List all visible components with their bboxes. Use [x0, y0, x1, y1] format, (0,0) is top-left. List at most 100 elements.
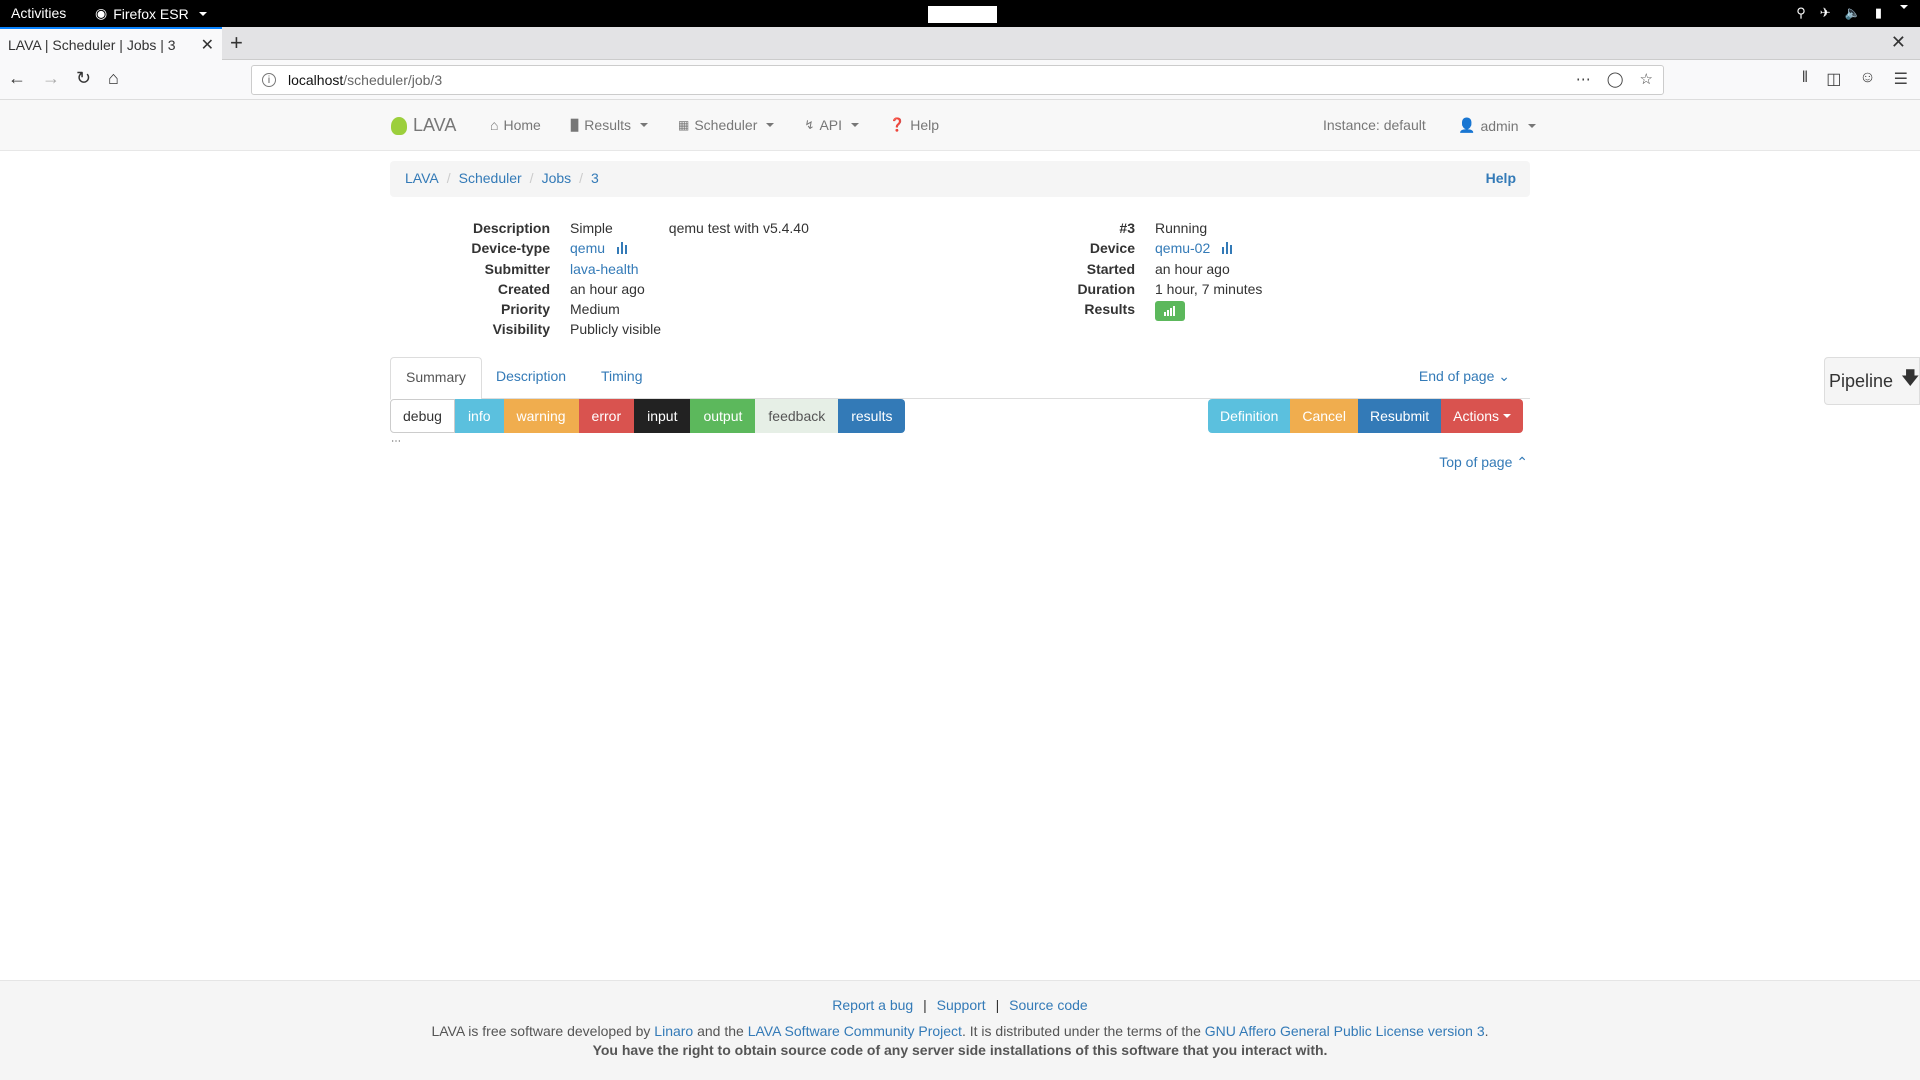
job-status: Running: [1155, 220, 1208, 236]
question-icon: ❓: [889, 117, 906, 132]
breadcrumb: LAVA / Scheduler / Jobs / 3 Help: [390, 161, 1530, 197]
home-button[interactable]: ⌂: [108, 68, 119, 89]
end-of-page-link[interactable]: End of page ⌄: [1419, 368, 1510, 385]
results-button[interactable]: [1155, 300, 1185, 321]
back-button[interactable]: ←: [8, 68, 26, 89]
detail-value: an hour ago: [1155, 261, 1230, 278]
log-level-filters: debug info warning error input output fe…: [390, 399, 906, 433]
menu-icon[interactable]: ☰: [1894, 69, 1908, 89]
nav-api[interactable]: ↯ API: [804, 117, 860, 133]
breadcrumb-lava[interactable]: LAVA: [405, 170, 439, 188]
pocket-icon[interactable]: ◯: [1607, 70, 1624, 88]
submitter-link[interactable]: lava-health: [570, 261, 639, 277]
detail-row-started: Started an hour ago: [975, 259, 1262, 279]
clock[interactable]: [928, 6, 997, 23]
chevron-down-icon: [1503, 414, 1512, 418]
bar-chart-icon[interactable]: [616, 239, 629, 259]
tab-timing[interactable]: Timing: [586, 357, 658, 399]
detail-label: Started: [1086, 261, 1135, 278]
account-icon[interactable]: ☺: [1859, 69, 1875, 89]
window-close-button[interactable]: ✕: [1891, 32, 1906, 53]
library-icon[interactable]: ‖: [1802, 69, 1809, 89]
activities-button[interactable]: Activities: [11, 5, 66, 21]
nav-home[interactable]: ⌂ Home: [490, 117, 541, 133]
nav-scheduler-label: Scheduler: [694, 117, 758, 133]
device-link[interactable]: qemu-02: [1155, 240, 1210, 256]
level-output-button[interactable]: output: [690, 399, 756, 433]
breadcrumb-separator: /: [446, 170, 451, 186]
bolt-icon: ↯: [804, 118, 815, 132]
info-icon[interactable]: i: [262, 73, 276, 87]
top-of-page-link[interactable]: Top of page ⌃: [1439, 454, 1528, 471]
device-type-link[interactable]: qemu: [570, 240, 605, 256]
chevron-down-icon: [766, 123, 775, 127]
close-icon[interactable]: ✕: [201, 35, 214, 55]
brand-label: LAVA: [413, 115, 457, 135]
community-link[interactable]: LAVA Software Community Project: [748, 1023, 962, 1039]
detail-row-device: Device qemu-02: [975, 238, 1262, 259]
license-and: and the: [697, 1023, 744, 1039]
nav-home-label: Home: [503, 117, 541, 133]
detail-row-job-id: #3 Running: [975, 218, 1262, 238]
level-input-button[interactable]: input: [634, 399, 691, 433]
breadcrumb-job-id[interactable]: 3: [591, 170, 599, 188]
level-warning-button[interactable]: warning: [503, 399, 579, 433]
nav-results[interactable]: ▉ Results: [571, 117, 648, 133]
linaro-link[interactable]: Linaro: [654, 1023, 693, 1039]
actions-dropdown[interactable]: Actions: [1441, 399, 1524, 433]
lava-logo-icon: [391, 116, 407, 135]
license-period: .: [1484, 1023, 1489, 1039]
reload-button[interactable]: ↻: [76, 68, 91, 89]
new-tab-button[interactable]: +: [230, 30, 243, 56]
page-actions-icon[interactable]: ⋯: [1576, 70, 1591, 88]
definition-button[interactable]: Definition: [1208, 399, 1291, 433]
instance-label: Instance: default: [1323, 117, 1426, 133]
report-bug-link[interactable]: Report a bug: [832, 997, 913, 1013]
calendar-icon: ▦: [677, 118, 690, 132]
breadcrumb-help-link[interactable]: Help: [1486, 170, 1516, 186]
nav-help[interactable]: ❓ Help: [889, 117, 939, 133]
pipeline-button[interactable]: Pipeline 🡇: [1824, 357, 1920, 405]
resubmit-button[interactable]: Resubmit: [1357, 399, 1442, 433]
lava-navbar: LAVA ⌂ Home ▉ Results ▦ Scheduler ↯ API …: [0, 100, 1920, 151]
detail-label: Device-type: [471, 240, 550, 256]
level-results-button[interactable]: results: [838, 399, 906, 433]
tab-summary[interactable]: Summary: [390, 357, 482, 400]
system-tray[interactable]: ⚲ ✈ 🔈 ▮: [1796, 5, 1908, 21]
chevron-down-icon: [1900, 5, 1908, 9]
source-code-link[interactable]: Source code: [1009, 997, 1088, 1013]
level-error-button[interactable]: error: [578, 399, 635, 433]
chevron-up-icon: ⌃: [1516, 454, 1528, 470]
nav-scheduler[interactable]: ▦ Scheduler: [677, 117, 775, 133]
bar-chart-icon[interactable]: [1222, 239, 1234, 259]
level-feedback-button[interactable]: feedback: [755, 399, 839, 433]
browser-tab[interactable]: LAVA | Scheduler | Jobs | 3 ✕: [0, 27, 222, 60]
detail-row-submitter: Submitter lava-health: [390, 259, 809, 279]
bookmark-star-icon[interactable]: ☆: [1640, 70, 1653, 88]
sidebar-icon[interactable]: ◫: [1826, 69, 1841, 89]
tab-description[interactable]: Description: [481, 357, 581, 399]
breadcrumb-scheduler[interactable]: Scheduler: [459, 170, 522, 188]
support-link[interactable]: Support: [937, 997, 986, 1013]
footer-links: Report a bug | Support | Source code: [0, 997, 1920, 1013]
cancel-button[interactable]: Cancel: [1290, 399, 1358, 433]
user-menu[interactable]: 👤 admin: [1458, 117, 1536, 134]
level-info-button[interactable]: info: [454, 399, 504, 433]
url-host: localhost: [288, 72, 344, 88]
brand-link[interactable]: LAVA: [391, 115, 456, 136]
job-details-right: #3 Running Device qemu-02 Started an hou…: [975, 218, 1262, 321]
detail-label: Priority: [500, 301, 550, 318]
url-bar[interactable]: i localhost/scheduler/job/3 ⋯ ◯ ☆: [251, 65, 1664, 95]
license-distributed: . It is distributed under the terms of t…: [961, 1023, 1201, 1039]
detail-label: Description: [472, 220, 550, 236]
level-debug-button[interactable]: debug: [390, 399, 455, 433]
gpl-link[interactable]: GNU Affero General Public License versio…: [1205, 1023, 1485, 1039]
app-menu[interactable]: ◉ Firefox ESR: [95, 5, 207, 22]
forward-button[interactable]: →: [42, 68, 60, 89]
user-icon: 👤: [1458, 117, 1476, 133]
detail-value: Medium: [570, 301, 620, 318]
end-of-page-label: End of page: [1418, 368, 1495, 384]
breadcrumb-separator: /: [579, 170, 584, 186]
nav-api-label: API: [819, 117, 843, 133]
breadcrumb-jobs[interactable]: Jobs: [542, 170, 572, 188]
